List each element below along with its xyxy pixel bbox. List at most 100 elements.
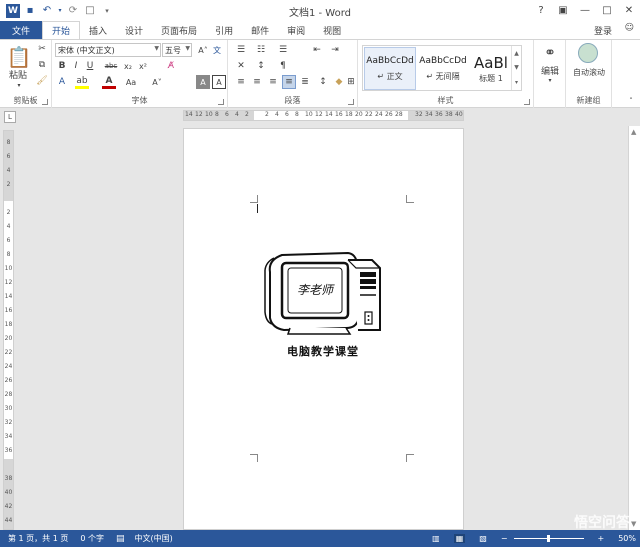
gallery-scrollbar[interactable]: ▲ ▼ ▾	[511, 46, 521, 90]
zoom-thumb[interactable]	[546, 535, 550, 542]
align-center-icon[interactable]: ≡	[250, 75, 264, 89]
shrink-font-icon[interactable]: A˅	[150, 75, 164, 89]
font-launcher-icon[interactable]	[218, 99, 224, 105]
binoculars-icon[interactable]: ⚭	[538, 43, 562, 63]
tab-selector-icon[interactable]: L	[4, 111, 16, 123]
tab-design[interactable]: 设计	[116, 21, 152, 39]
tab-insert[interactable]: 插入	[80, 21, 116, 39]
undo-dropdown-icon[interactable]: ▾	[57, 4, 63, 18]
format-painter-icon[interactable]: 🖌	[35, 74, 49, 88]
proofing-icon[interactable]: ▤	[116, 534, 125, 544]
crop-mark	[250, 454, 258, 462]
copy-icon[interactable]: ⧉	[35, 58, 49, 72]
ribbon-display-icon[interactable]: ▣	[552, 0, 574, 21]
window-controls: ? ▣ — □ ✕	[530, 0, 640, 21]
collapse-ribbon-icon[interactable]: ˄	[626, 96, 636, 106]
editing-button[interactable]: 编辑	[534, 64, 566, 77]
read-mode-icon[interactable]: ▥	[432, 534, 440, 543]
more-styles-icon[interactable]: ▾	[515, 79, 518, 86]
ruler-tick-label: 12	[4, 279, 13, 286]
borders-icon[interactable]: ⊞	[344, 75, 358, 89]
align-left-icon[interactable]: ≡	[234, 75, 248, 89]
bold-button[interactable]: B	[55, 59, 69, 73]
increase-indent-icon[interactable]: ⇥	[328, 43, 342, 57]
tab-mailings[interactable]: 邮件	[242, 21, 278, 39]
paragraph-launcher-icon[interactable]	[348, 99, 354, 105]
autoscroll-icon[interactable]	[578, 43, 598, 63]
vertical-scrollbar[interactable]: ▲ ▼	[628, 126, 640, 530]
clear-format-icon[interactable]: A̸	[164, 59, 178, 73]
tab-references[interactable]: 引用	[206, 21, 242, 39]
print-layout-icon[interactable]: ▦	[453, 534, 466, 543]
tab-home[interactable]: 开始	[42, 21, 81, 39]
vertical-ruler[interactable]: 8 6 4 2 2 4 6 8 10 12 14 16 18 20 22 24 26 28 30 32 34 36 38 40…	[3, 130, 14, 530]
scroll-down-icon[interactable]: ▼	[631, 520, 636, 528]
save-icon[interactable]: ▪	[23, 4, 37, 18]
scroll-up-icon[interactable]: ▲	[631, 128, 636, 136]
underline-button[interactable]: U	[83, 59, 97, 73]
autoscroll-button[interactable]: 自动滚动	[566, 66, 612, 78]
strikethrough-button[interactable]: abc	[102, 59, 120, 73]
minimize-button[interactable]: —	[574, 0, 596, 21]
phonetic-guide-icon[interactable]: 文	[210, 43, 224, 57]
highlight-icon[interactable]: ab	[75, 75, 89, 89]
language-indicator[interactable]: 中文(中国)	[135, 533, 173, 544]
horizontal-ruler[interactable]: 14 12 10 8 6 4 2 2 4 6 8 10 12 14 16 18 20 22 24 26 28 32 34 36…	[183, 110, 464, 121]
style-normal[interactable]: AaBbCcDd ↵ 正文	[364, 47, 416, 90]
chevron-down-icon[interactable]: ▾	[544, 76, 556, 84]
paste-dropdown-icon[interactable]: ▾	[9, 81, 29, 89]
bullets-icon[interactable]: ☰	[234, 43, 248, 57]
show-marks-icon[interactable]: ¶	[276, 59, 290, 73]
char-border-icon[interactable]: A	[212, 75, 226, 89]
font-size-combo[interactable]: 五号 ▼	[162, 43, 192, 57]
close-button[interactable]: ✕	[618, 0, 640, 21]
line-spacing-icon[interactable]: ↕	[316, 75, 330, 89]
distributed-icon[interactable]: ≣	[298, 75, 312, 89]
chevron-down-icon[interactable]: ▼	[514, 64, 519, 71]
web-layout-icon[interactable]: ▧	[479, 534, 487, 543]
tab-view[interactable]: 视图	[314, 21, 350, 39]
chinese-layout-icon[interactable]: ✕	[234, 59, 248, 73]
sort-icon[interactable]: ↕	[254, 59, 268, 73]
zoom-level[interactable]: 50%	[618, 534, 636, 543]
paste-icon[interactable]: 📋	[6, 44, 32, 70]
chevron-up-icon[interactable]: ▲	[514, 50, 519, 57]
clipboard-launcher-icon[interactable]	[42, 99, 48, 105]
numbering-icon[interactable]: ☷	[254, 43, 268, 57]
italic-button[interactable]: I	[69, 59, 83, 73]
char-shading-icon[interactable]: A	[196, 75, 210, 89]
help-button[interactable]: ?	[530, 0, 552, 21]
justify-icon[interactable]: ≡	[282, 75, 296, 89]
align-right-icon[interactable]: ≡	[266, 75, 280, 89]
text-effects-icon[interactable]: A	[55, 75, 69, 89]
word-count[interactable]: 0 个字	[80, 533, 104, 544]
subscript-button[interactable]: x₂	[121, 59, 135, 73]
redo-icon[interactable]: ⟳	[66, 4, 80, 18]
zoom-in-icon[interactable]: +	[598, 534, 605, 543]
zoom-out-icon[interactable]: −	[501, 534, 508, 543]
style-no-spacing[interactable]: AaBbCcDd ↵ 无间隔	[417, 47, 469, 90]
multilevel-list-icon[interactable]: ☰	[276, 43, 290, 57]
cut-icon[interactable]: ✂	[35, 42, 49, 56]
decrease-indent-icon[interactable]: ⇤	[310, 43, 324, 57]
customize-qat-icon[interactable]: ▾	[100, 4, 114, 18]
user-icon[interactable]: ☺	[625, 23, 634, 33]
font-color-icon[interactable]: A	[102, 75, 116, 89]
styles-launcher-icon[interactable]	[524, 99, 530, 105]
font-name-combo[interactable]: 宋体 (中文正文) ▼	[55, 43, 161, 57]
change-case-icon[interactable]: Aa	[124, 75, 138, 89]
superscript-button[interactable]: x²	[136, 59, 150, 73]
new-doc-icon[interactable]: □	[83, 4, 97, 18]
grow-font-icon[interactable]: A˄	[196, 43, 210, 57]
style-heading-1[interactable]: AaBl 标题 1	[470, 47, 512, 90]
paste-button[interactable]: 粘贴	[3, 68, 33, 81]
zoom-slider[interactable]	[513, 535, 584, 542]
ruler-tick-label: 2	[6, 209, 11, 216]
undo-icon[interactable]: ↶	[40, 4, 54, 18]
page-count[interactable]: 第 1 页，共 1 页	[8, 533, 68, 544]
tab-file[interactable]: 文件	[0, 21, 42, 39]
tab-layout[interactable]: 页面布局	[152, 21, 206, 39]
maximize-button[interactable]: □	[596, 0, 618, 21]
login-link[interactable]: 登录	[594, 24, 612, 37]
tab-review[interactable]: 审阅	[278, 21, 314, 39]
